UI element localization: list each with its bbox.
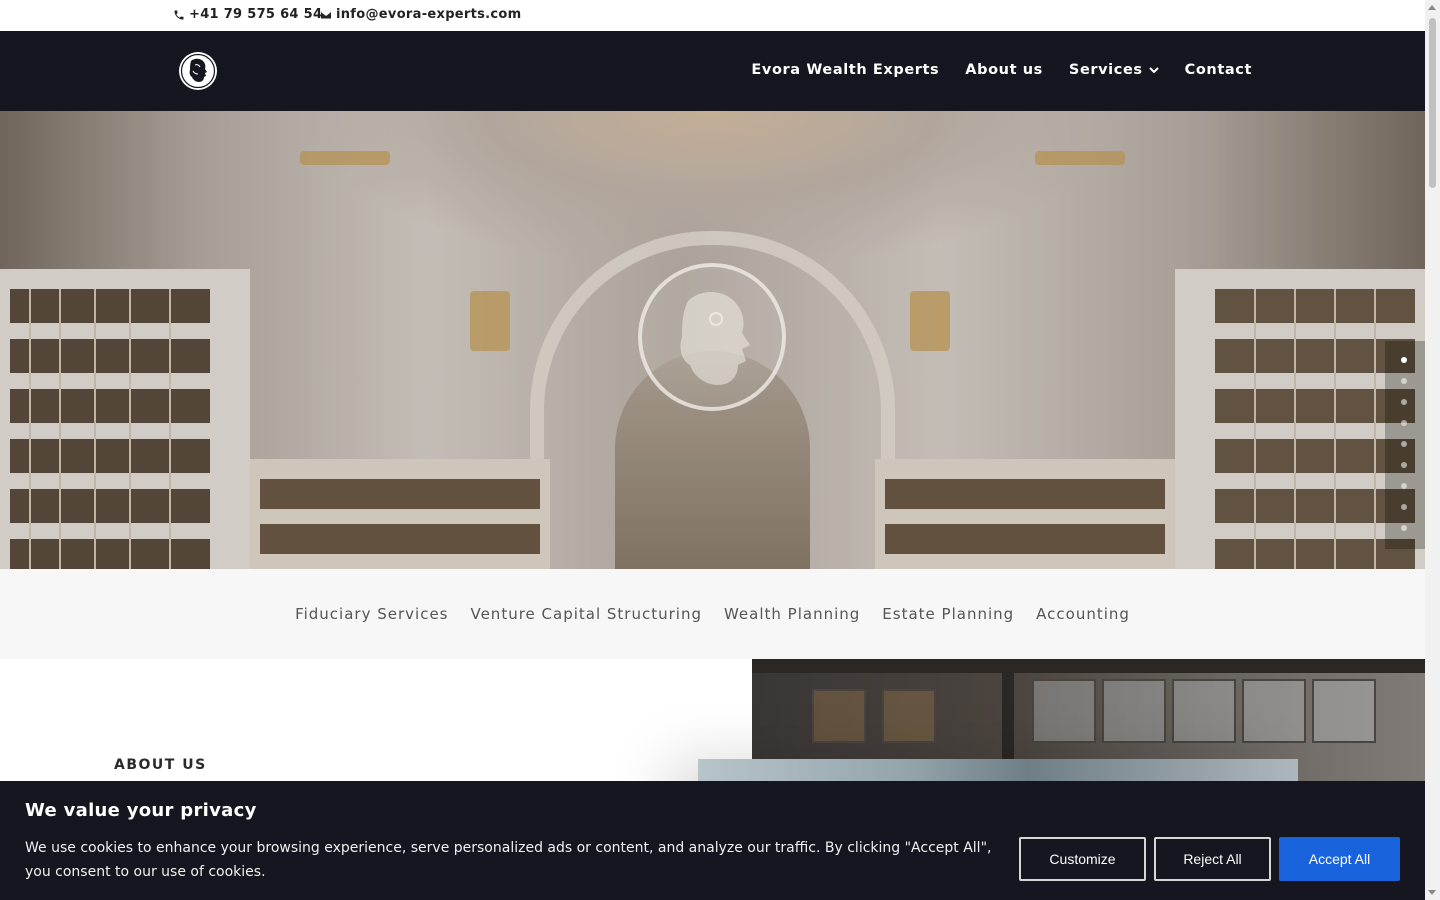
chevron-down-icon (1148, 67, 1159, 74)
phone-number: +41 79 575 64 54 (189, 7, 323, 22)
hero-emblem-icon (638, 263, 786, 411)
services-links-bar: Fiduciary Services Venture Capital Struc… (0, 569, 1425, 659)
slider-pagination (1401, 357, 1413, 546)
slider-dot[interactable] (1401, 441, 1407, 447)
cookie-title: We value your privacy (25, 800, 257, 821)
nav-item-evora-wealth-experts[interactable]: Evora Wealth Experts (751, 62, 939, 78)
main-navbar: Evora Wealth Experts About us Services C… (0, 31, 1425, 111)
nav-menu: Evora Wealth Experts About us Services C… (751, 62, 1252, 78)
service-link-estate-planning[interactable]: Estate Planning (882, 605, 1014, 623)
nav-item-contact[interactable]: Contact (1185, 62, 1252, 78)
service-link-venture-capital-structuring[interactable]: Venture Capital Structuring (470, 605, 702, 623)
top-bar: +41 79 575 64 54 info@evora-experts.com (0, 0, 1425, 31)
slider-dot[interactable] (1401, 378, 1407, 384)
cookie-description: We use cookies to enhance your browsing … (25, 840, 992, 880)
envelope-icon (321, 11, 331, 18)
reject-all-button[interactable]: Reject All (1154, 837, 1271, 881)
slider-dot[interactable] (1401, 462, 1407, 468)
nav-item-label: Contact (1184, 62, 1252, 78)
cookie-consent-banner: We value your privacy We use cookies to … (0, 781, 1425, 900)
slider-dot[interactable] (1401, 357, 1407, 363)
scroll-up-arrow-icon[interactable] (1428, 5, 1436, 10)
service-link-fiduciary-services[interactable]: Fiduciary Services (295, 605, 448, 623)
slider-dot[interactable] (1401, 420, 1407, 426)
page-scrollbar[interactable] (1425, 0, 1440, 900)
slider-dot[interactable] (1401, 504, 1407, 510)
email-contact[interactable]: info@evora-experts.com (320, 7, 522, 22)
slider-dot[interactable] (1401, 525, 1407, 531)
hero-slider (0, 111, 1425, 569)
nav-item-label: About us (965, 62, 1043, 78)
slider-dot[interactable] (1401, 483, 1407, 489)
nav-item-services[interactable]: Services (1069, 62, 1159, 78)
nav-item-label: Services (1068, 62, 1143, 78)
about-section-label: ABOUT US (114, 757, 207, 773)
customize-button[interactable]: Customize (1019, 837, 1146, 881)
email-address: info@evora-experts.com (336, 7, 522, 22)
slider-dot[interactable] (1401, 399, 1407, 405)
nav-item-label: Evora Wealth Experts (751, 62, 940, 78)
scrollbar-thumb[interactable] (1429, 18, 1436, 188)
nav-item-about-us[interactable]: About us (965, 62, 1043, 78)
scroll-down-arrow-icon[interactable] (1428, 890, 1436, 895)
service-link-wealth-planning[interactable]: Wealth Planning (724, 605, 860, 623)
phone-icon (174, 10, 184, 19)
phone-contact[interactable]: +41 79 575 64 54 (173, 7, 322, 22)
evora-logo-icon[interactable] (178, 51, 218, 91)
accept-all-button[interactable]: Accept All (1279, 837, 1400, 881)
service-link-accounting[interactable]: Accounting (1036, 605, 1130, 623)
